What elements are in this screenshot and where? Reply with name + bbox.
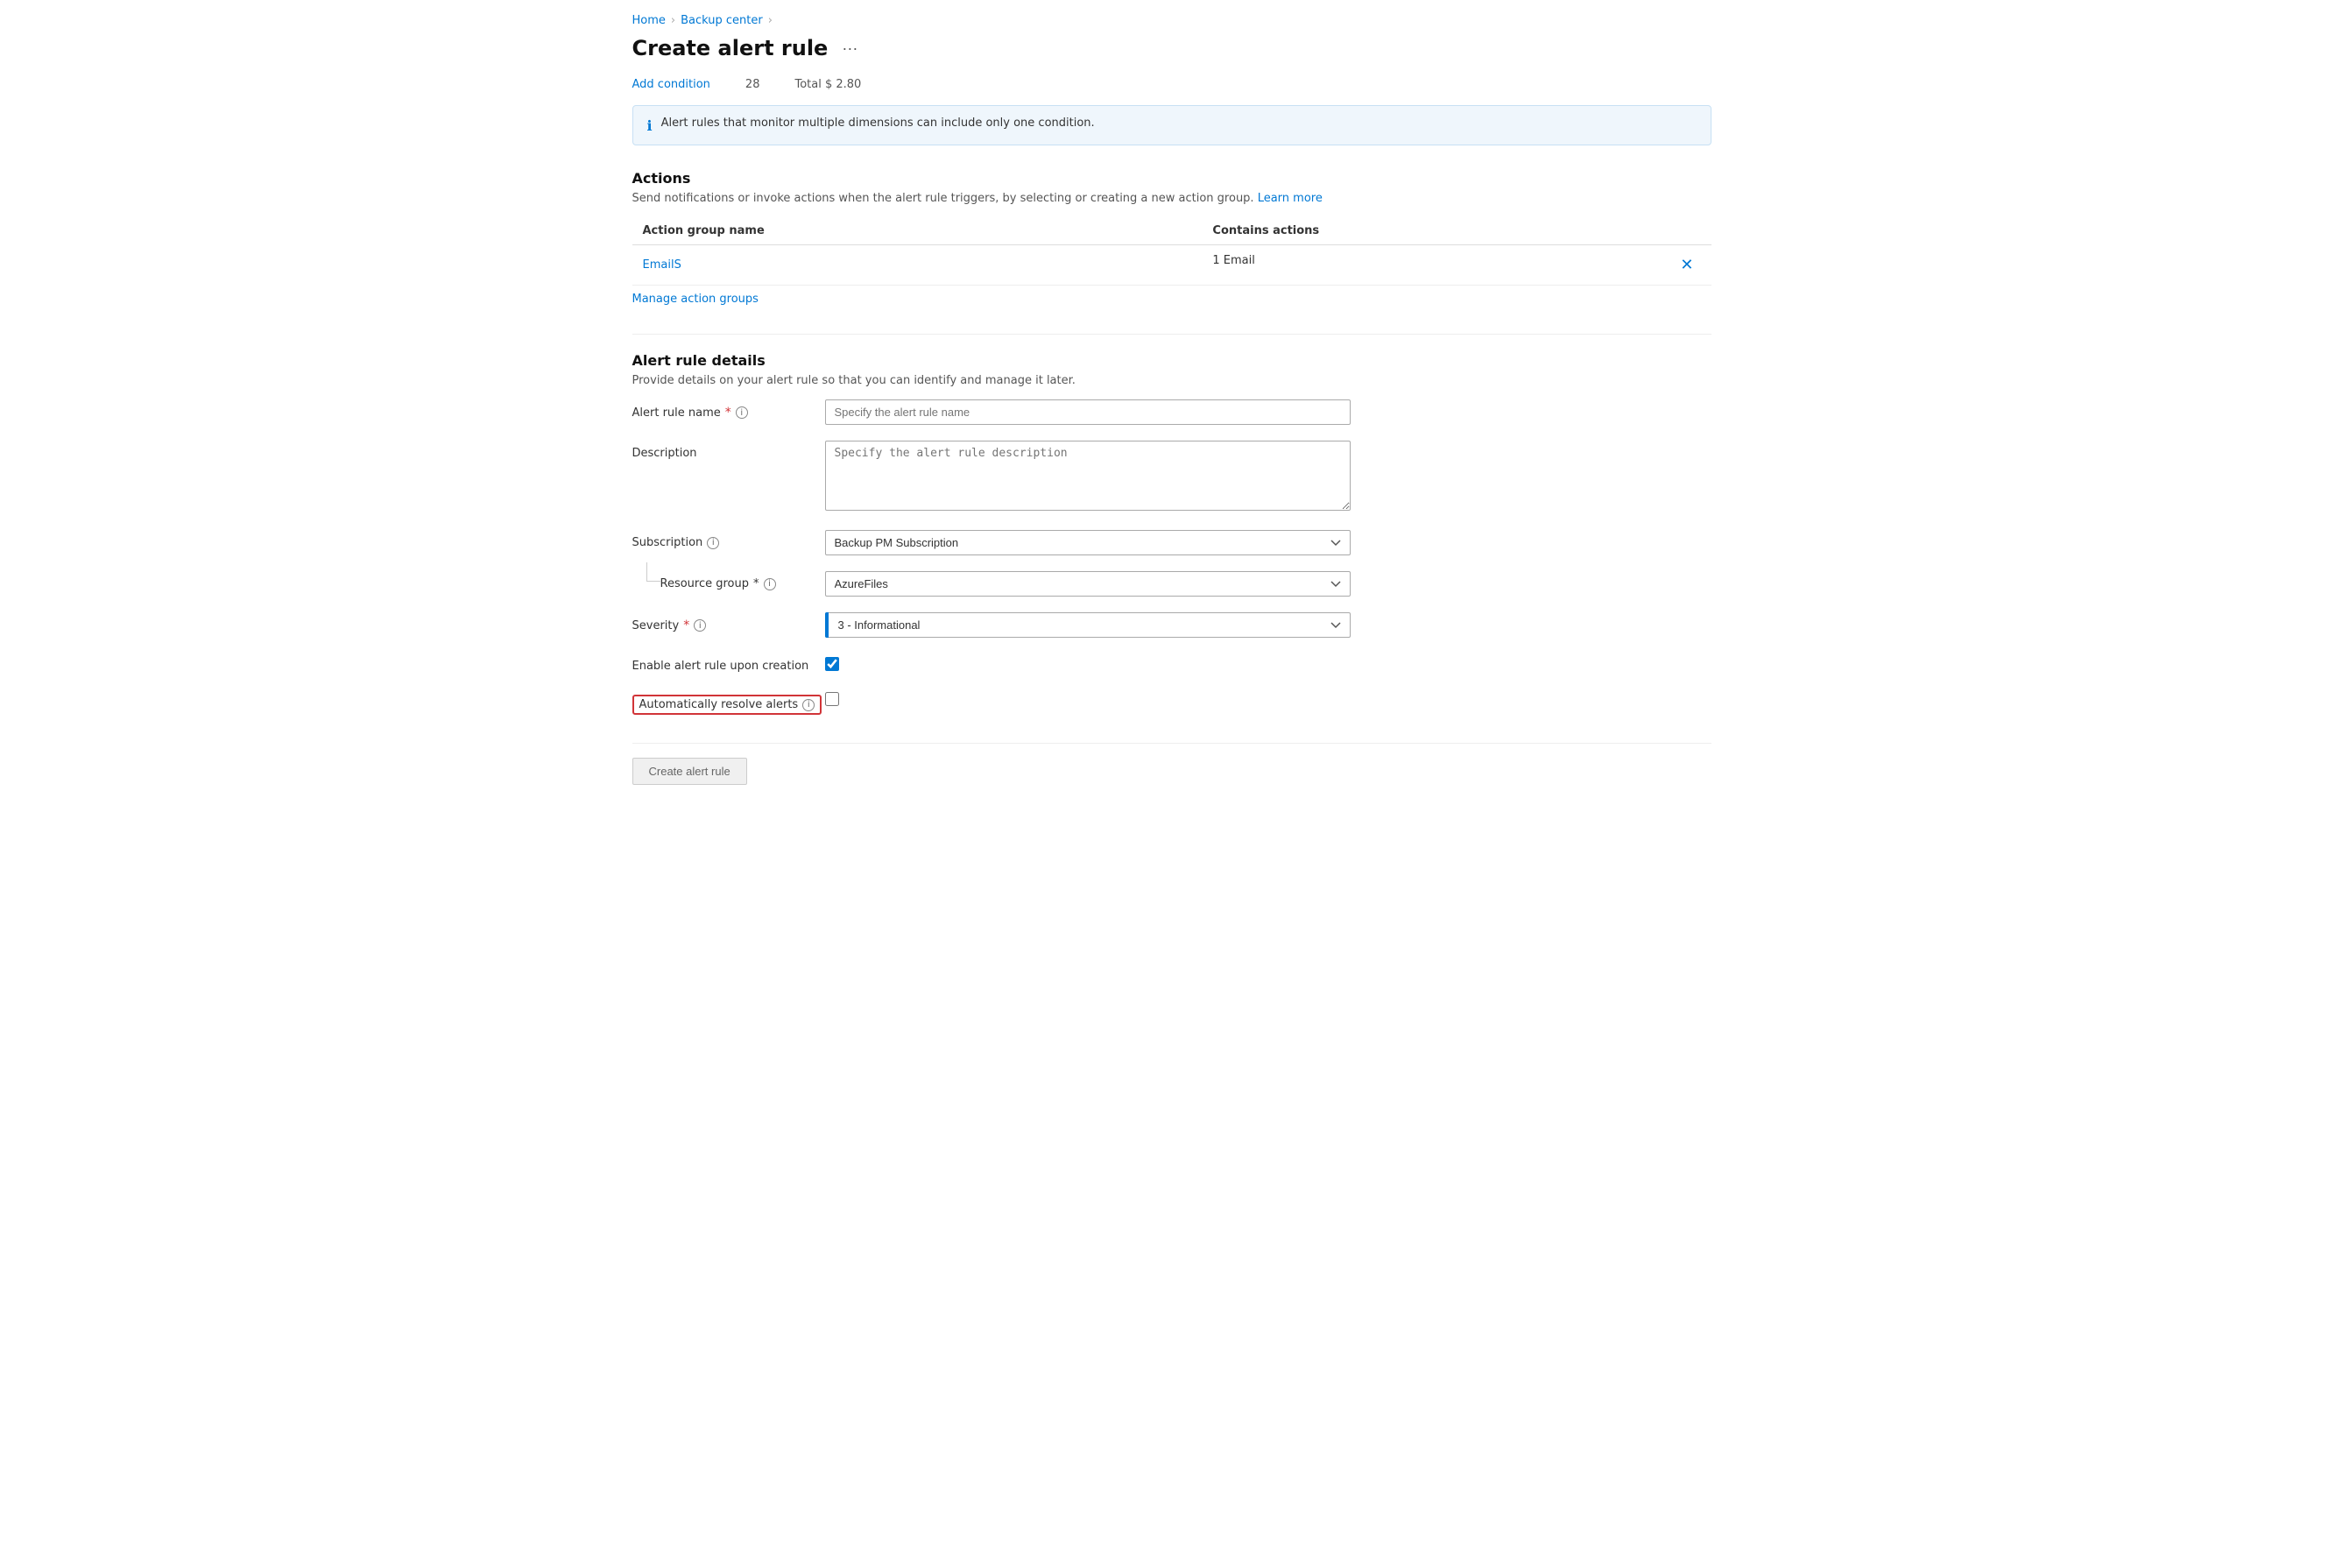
manage-action-groups-link[interactable]: Manage action groups bbox=[632, 293, 759, 306]
resource-group-select[interactable]: AzureFiles bbox=[825, 571, 1351, 597]
actions-section: Actions Send notifications or invoke act… bbox=[632, 170, 1711, 306]
action-group-link[interactable]: EmailS bbox=[643, 258, 681, 272]
severity-select[interactable]: 0 - Critical 1 - Error 2 - Warning 3 - I… bbox=[825, 612, 1351, 638]
details-desc: Provide details on your alert rule so th… bbox=[632, 374, 1711, 387]
subscription-label: Subscription i bbox=[632, 530, 825, 549]
severity-label: Severity * i bbox=[632, 612, 825, 632]
description-field-wrapper bbox=[825, 441, 1351, 514]
enable-rule-checkbox[interactable] bbox=[825, 657, 839, 671]
learn-more-link[interactable]: Learn more bbox=[1258, 192, 1323, 205]
breadcrumb: Home › Backup center › bbox=[632, 14, 1711, 27]
info-banner: ℹ Alert rules that monitor multiple dime… bbox=[632, 105, 1711, 145]
ellipsis-button[interactable]: ··· bbox=[836, 38, 863, 60]
actions-table: Action group name Contains actions Email… bbox=[632, 217, 1711, 286]
resource-group-field-wrapper: AzureFiles bbox=[825, 571, 1351, 597]
actions-title: Actions bbox=[632, 170, 1711, 187]
resource-group-label: Resource group * i bbox=[632, 571, 825, 590]
alert-rule-name-label: Alert rule name * i bbox=[632, 399, 825, 420]
info-banner-text: Alert rules that monitor multiple dimens… bbox=[661, 117, 1095, 130]
details-title: Alert rule details bbox=[632, 352, 1711, 369]
breadcrumb-backup-center[interactable]: Backup center bbox=[681, 14, 763, 27]
alert-rule-details-section: Alert rule details Provide details on yo… bbox=[632, 352, 1711, 715]
breadcrumb-sep-1: › bbox=[671, 14, 675, 27]
section-divider bbox=[632, 334, 1711, 335]
subscription-select[interactable]: Backup PM Subscription bbox=[825, 530, 1351, 555]
subscription-field-wrapper: Backup PM Subscription bbox=[825, 530, 1351, 555]
create-alert-rule-button[interactable]: Create alert rule bbox=[632, 758, 747, 785]
alert-rule-name-input[interactable] bbox=[825, 399, 1351, 425]
info-icon: ℹ bbox=[647, 117, 653, 134]
auto-resolve-checkbox[interactable] bbox=[825, 692, 839, 706]
page-container: Home › Backup center › Create alert rule… bbox=[611, 0, 1733, 834]
enable-rule-checkbox-wrapper bbox=[825, 653, 1351, 671]
severity-info-icon[interactable]: i bbox=[694, 619, 706, 632]
required-star-rg: * bbox=[753, 577, 759, 590]
remove-action-group-button[interactable]: ✕ bbox=[1673, 254, 1700, 276]
resource-group-info-icon[interactable]: i bbox=[764, 578, 776, 590]
alert-rule-name-field-wrapper bbox=[825, 399, 1351, 425]
alert-rule-name-info-icon[interactable]: i bbox=[736, 406, 748, 419]
description-label: Description bbox=[632, 441, 825, 460]
enable-rule-label: Enable alert rule upon creation bbox=[632, 653, 825, 673]
breadcrumb-sep-2: › bbox=[768, 14, 773, 27]
form-grid: Alert rule name * i Description Subscrip… bbox=[632, 399, 1351, 715]
action-group-name-cell: EmailS bbox=[632, 245, 1203, 286]
auto-resolve-info-icon[interactable]: i bbox=[802, 699, 815, 711]
severity-field-wrapper: 0 - Critical 1 - Error 2 - Warning 3 - I… bbox=[825, 612, 1351, 638]
add-condition-link[interactable]: Add condition bbox=[632, 78, 710, 91]
condition-count: 28 bbox=[745, 78, 760, 91]
required-star-name: * bbox=[725, 406, 731, 420]
auto-resolve-highlight: Automatically resolve alerts i bbox=[632, 695, 822, 715]
page-title: Create alert rule bbox=[632, 36, 829, 60]
page-title-row: Create alert rule ··· bbox=[632, 36, 1711, 60]
description-textarea[interactable] bbox=[825, 441, 1351, 511]
severity-indicator bbox=[825, 612, 829, 638]
cost-bar: Add condition 28 Total $ 2.80 bbox=[632, 78, 1711, 91]
action-group-actions-cell: 1 Email ✕ bbox=[1202, 245, 1711, 286]
auto-resolve-label-text: Automatically resolve alerts bbox=[639, 698, 799, 711]
breadcrumb-home[interactable]: Home bbox=[632, 14, 666, 27]
col-action-group-name: Action group name bbox=[632, 217, 1203, 245]
auto-resolve-label-wrapper: Automatically resolve alerts i bbox=[632, 689, 825, 715]
required-star-severity: * bbox=[683, 618, 689, 632]
actions-desc: Send notifications or invoke actions whe… bbox=[632, 192, 1711, 205]
page-footer: Create alert rule bbox=[632, 743, 1711, 799]
col-contains-actions: Contains actions bbox=[1202, 217, 1711, 245]
total-cost: Total $ 2.80 bbox=[794, 78, 861, 91]
table-row: EmailS 1 Email ✕ bbox=[632, 245, 1711, 286]
subscription-info-icon[interactable]: i bbox=[707, 537, 719, 549]
auto-resolve-checkbox-wrapper bbox=[825, 689, 1351, 706]
